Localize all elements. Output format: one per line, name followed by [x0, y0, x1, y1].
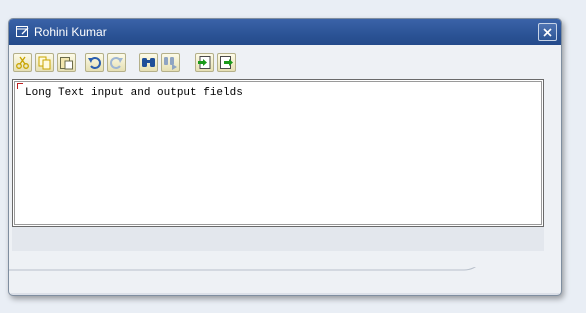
cut-icon	[16, 56, 29, 69]
long-text-editor[interactable]: Long Text input and output fields	[12, 79, 544, 227]
long-text-dialog: Rohini Kumar Long Text input and output …	[8, 18, 562, 296]
status-bar	[9, 256, 561, 295]
undo-button[interactable]	[85, 53, 104, 72]
editor-footer-area	[12, 227, 544, 251]
find-next-icon	[164, 57, 177, 70]
text-area[interactable]: Long Text input and output fields	[14, 81, 542, 225]
editor-toolbar	[13, 53, 413, 73]
cut-button[interactable]	[13, 53, 32, 72]
redo-button[interactable]	[107, 53, 126, 72]
redo-icon	[110, 57, 123, 69]
export-button[interactable]	[217, 53, 236, 72]
title-bar[interactable]: Rohini Kumar	[9, 19, 561, 45]
paste-button[interactable]	[57, 53, 76, 72]
find-icon	[142, 58, 155, 67]
import-button[interactable]	[195, 53, 214, 72]
copy-button[interactable]	[35, 53, 54, 72]
find-button[interactable]	[139, 53, 158, 72]
close-icon	[543, 27, 552, 37]
copy-icon	[38, 56, 51, 70]
status-bar-divider	[9, 256, 561, 295]
cursor-marker	[17, 83, 23, 89]
edit-window-icon	[16, 26, 29, 37]
import-icon	[198, 56, 211, 69]
close-button[interactable]	[538, 23, 557, 41]
window-title: Rohini Kumar	[34, 25, 107, 39]
find-next-button[interactable]	[161, 53, 180, 72]
undo-icon	[88, 57, 101, 69]
paste-icon	[60, 57, 73, 70]
editor-content[interactable]: Long Text input and output fields	[25, 87, 243, 99]
export-icon	[220, 56, 233, 69]
